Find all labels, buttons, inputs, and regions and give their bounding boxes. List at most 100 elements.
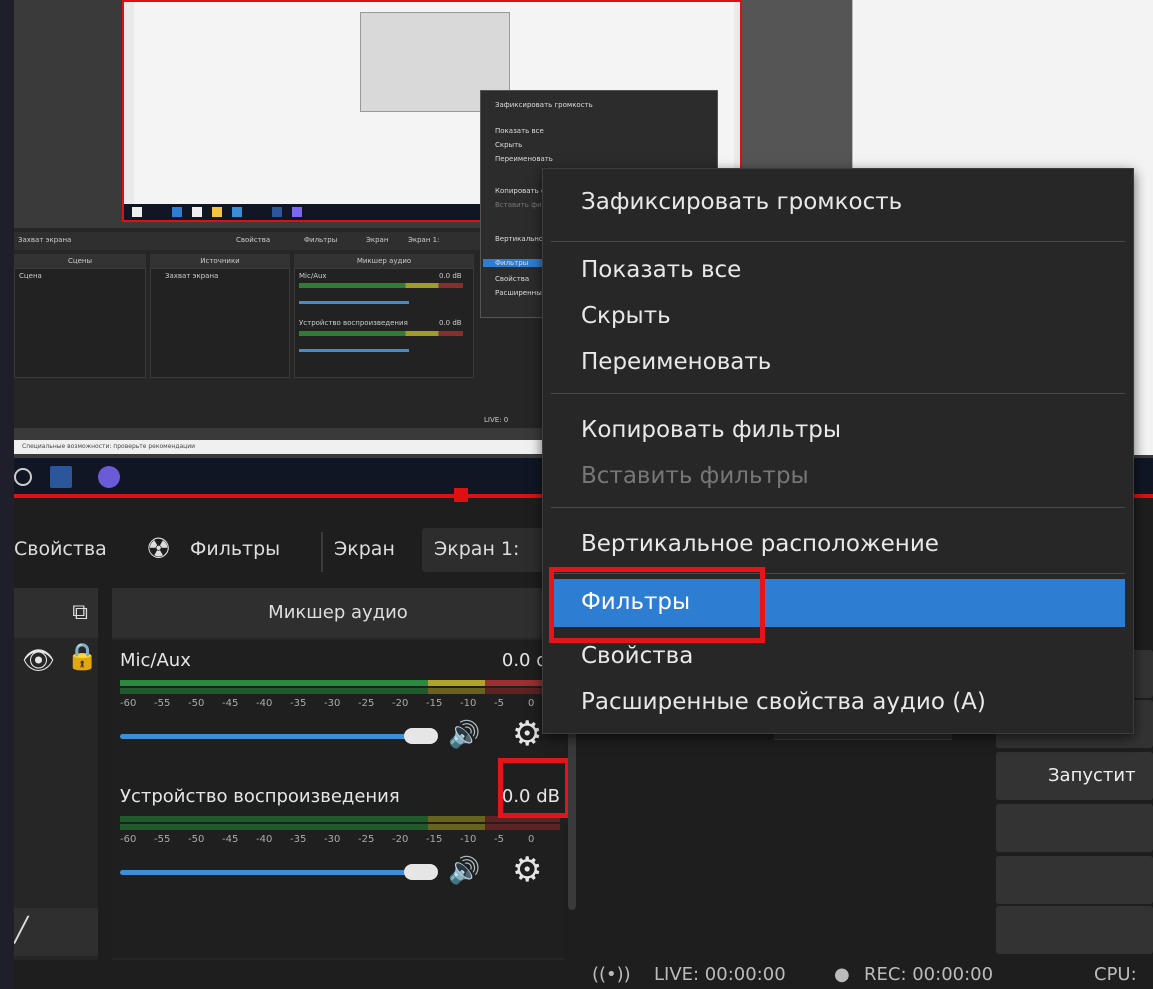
- nested-menu-item: Переименовать: [495, 155, 553, 163]
- control-button[interactable]: [996, 804, 1153, 852]
- sources-dock: ⧉ 👁 🔒 ╱: [14, 588, 98, 963]
- nested-sources-list: Захват экрана: [150, 268, 290, 378]
- annotation-highlight-box: [498, 758, 570, 818]
- nested-menu-item: Скрыть: [495, 141, 523, 149]
- record-dot-icon: ●: [834, 964, 850, 985]
- nested-scenes-list: Сцена: [14, 268, 146, 378]
- nested-screen-label: Экран: [366, 236, 389, 244]
- menu-item-vertical-layout[interactable]: Вертикальное расположение: [581, 531, 939, 557]
- sources-toolbar: ╱: [14, 908, 98, 956]
- nested-scene-item: Сцена: [19, 272, 42, 280]
- menu-item-paste-filters: Вставить фильтры: [581, 463, 809, 489]
- menu-item-hide[interactable]: Скрыть: [581, 303, 671, 329]
- cpu-usage: CPU:: [1094, 964, 1137, 985]
- nested-live-label: LIVE: 0: [484, 416, 509, 424]
- channel-name: Устройство воспроизведения: [120, 786, 400, 807]
- gear-icon[interactable]: ⚙: [512, 850, 542, 890]
- channel-level-meter: [120, 680, 560, 686]
- nested-filters-label: Фильтры: [304, 236, 338, 244]
- obs-window: Захват экрана Свойства Фильтры Экран Экр…: [14, 0, 1153, 989]
- nested-ch1-meter: [299, 283, 463, 288]
- nested-ch2-db: 0.0 dB: [439, 319, 462, 327]
- nested-ch1-name: Mic/Aux: [299, 272, 327, 280]
- nested-screen-value: Экран 1:: [408, 236, 440, 244]
- app-icon: [98, 466, 120, 488]
- nested-scenes-head: Сцены: [14, 254, 146, 268]
- undock-icon[interactable]: ⧉: [72, 600, 88, 625]
- volume-slider-handle[interactable]: [404, 864, 438, 880]
- nested-status-text: Специальные возможности: проверьте реком…: [22, 443, 196, 450]
- lock-icon[interactable]: 🔒: [66, 642, 98, 672]
- menu-item-rename[interactable]: Переименовать: [581, 349, 771, 375]
- channel-level-meter-secondary: [120, 688, 560, 694]
- word-icon: [50, 466, 72, 488]
- control-button[interactable]: [996, 906, 1153, 954]
- nested-menu-item: Зафиксировать громкость: [495, 101, 593, 109]
- audio-mixer-body: Mic/Aux 0.0 dB -60 -55 -50 -45 -40 -35 -…: [112, 640, 570, 958]
- nested-obs-toolbar: Захват экрана Свойства Фильтры Экран Экр…: [14, 232, 554, 250]
- nested-start-icon: [132, 207, 142, 217]
- start-button[interactable]: Запустит: [996, 752, 1153, 800]
- volume-slider[interactable]: [120, 734, 420, 739]
- start-button-label: Запустит: [1048, 765, 1136, 786]
- control-button[interactable]: [996, 856, 1153, 904]
- mute-speaker-icon[interactable]: 🔊: [448, 720, 480, 750]
- screen-label: Экран: [334, 538, 395, 560]
- nested-ch1-db: 0.0 dB: [439, 272, 462, 280]
- nested-source-item: Захват экрана: [165, 272, 219, 280]
- search-icon: [14, 468, 32, 486]
- menu-separator: [551, 507, 1125, 508]
- nested-sources-head: Источники: [150, 254, 290, 268]
- nested-app-icon: [232, 207, 242, 217]
- nested-mixer-head: Микшер аудио: [294, 254, 474, 268]
- nested-menu-item: Показать все: [495, 127, 544, 135]
- mute-speaker-icon[interactable]: 🔊: [448, 856, 480, 886]
- gear-icon[interactable]: ⚙: [512, 714, 542, 754]
- meter-scale: -60 -55 -50 -45 -40 -35 -30 -25 -20 -15 …: [120, 698, 535, 709]
- nested-app-icon: [172, 207, 182, 217]
- rec-timer: REC: 00:00:00: [864, 964, 994, 985]
- volume-slider-handle[interactable]: [404, 728, 438, 744]
- resize-handle[interactable]: [454, 488, 468, 502]
- menu-item-show-all[interactable]: Показать все: [581, 257, 741, 283]
- nested-properties-label: Свойства: [236, 236, 271, 244]
- channel-level-meter-secondary: [120, 824, 560, 830]
- channel-name: Mic/Aux: [120, 650, 191, 671]
- live-timer: LIVE: 00:00:00: [654, 964, 786, 985]
- nested-source-title: Захват экрана: [18, 236, 72, 244]
- context-menu: Зафиксировать громкость Показать все Скр…: [542, 168, 1134, 734]
- nested-app-icon: [192, 207, 202, 217]
- nested-menu-item: Свойства: [495, 275, 530, 283]
- menu-separator: [551, 393, 1125, 394]
- nested-app-icon: [292, 207, 302, 217]
- nested-word-icon: [272, 207, 282, 217]
- broadcast-icon: ((•)): [592, 964, 631, 985]
- annotation-highlight-box: [549, 567, 765, 643]
- toolbar-divider: [321, 532, 323, 572]
- nested-ch2-slider: [299, 349, 409, 352]
- menu-item-properties[interactable]: Свойства: [581, 643, 693, 669]
- nested-status-bar: Специальные возможности: проверьте реком…: [14, 440, 554, 454]
- status-bar: ((•)) LIVE: 00:00:00 ● REC: 00:00:00 CPU…: [14, 960, 1153, 989]
- menu-item-lock-volume[interactable]: Зафиксировать громкость: [581, 189, 902, 215]
- nested-ch1-slider: [299, 301, 409, 304]
- nested-ch2-name: Устройство воспроизведения: [299, 319, 408, 327]
- nested-folder-icon: [212, 207, 222, 217]
- properties-button[interactable]: Свойства: [14, 538, 107, 560]
- meter-scale: -60 -55 -50 -45 -40 -35 -30 -25 -20 -15 …: [120, 834, 535, 845]
- menu-separator: [551, 241, 1125, 242]
- audio-mixer-title: Микшер аудио: [112, 588, 564, 638]
- audio-mixer-dock: Микшер аудио Mic/Aux 0.0 dB -60 -55 -50 …: [112, 588, 576, 963]
- visibility-eye-icon[interactable]: 👁: [22, 646, 55, 676]
- filters-icon: ☢: [146, 532, 172, 565]
- nested-obs-panel: Захват экрана Свойства Фильтры Экран Экр…: [14, 228, 554, 428]
- filters-button[interactable]: Фильтры: [190, 538, 280, 560]
- menu-item-copy-filters[interactable]: Копировать фильтры: [581, 417, 841, 443]
- edit-icon[interactable]: ╱: [14, 916, 28, 944]
- screen-select-value: Экран 1:: [434, 538, 520, 560]
- nested-ch2-meter: [299, 331, 463, 336]
- volume-slider[interactable]: [120, 870, 420, 875]
- sources-dock-header: ⧉: [14, 588, 98, 638]
- channel-level-meter: [120, 816, 560, 822]
- menu-item-advanced-audio[interactable]: Расширенные свойства аудио (A): [581, 689, 986, 715]
